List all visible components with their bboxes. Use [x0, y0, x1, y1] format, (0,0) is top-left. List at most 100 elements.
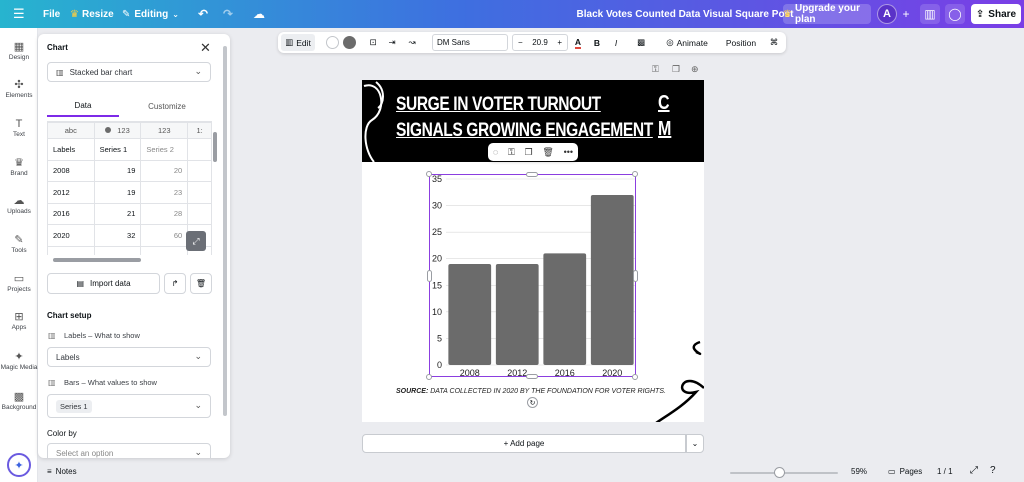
text-color-icon[interactable]: A	[571, 34, 585, 51]
column-type-label[interactable]: abc	[47, 122, 95, 139]
zoom-slider-knob[interactable]	[774, 467, 785, 478]
table-cell[interactable]: 2020	[47, 224, 95, 247]
tab-data[interactable]: Data	[47, 95, 119, 117]
fullscreen-icon[interactable]: ⤢	[970, 465, 978, 476]
bold-icon[interactable]: B	[590, 34, 604, 51]
resize-handle[interactable]	[526, 172, 538, 177]
font-size-value[interactable]: 20.9	[532, 38, 548, 47]
table-cell[interactable]	[187, 138, 212, 161]
undo-icon[interactable]: ↶	[198, 0, 208, 28]
close-icon[interactable]: ✕	[200, 40, 211, 56]
table-cell[interactable]	[93, 245, 142, 255]
table-cell[interactable]: 28	[140, 202, 189, 225]
add-page-icon[interactable]: ⊕	[691, 64, 699, 75]
position-button[interactable]: Position	[722, 34, 760, 51]
rail-item-elements[interactable]: ✣ Elements	[0, 78, 38, 99]
labels-select[interactable]: Labels ⌄	[47, 347, 211, 367]
table-cell[interactable]	[187, 159, 212, 182]
resize-handle[interactable]	[632, 171, 638, 177]
column-type-series3[interactable]: 1:	[187, 122, 212, 139]
insights-icon[interactable]: ▥	[920, 4, 940, 24]
color-swatch-white[interactable]	[326, 36, 339, 49]
plus-icon[interactable]: +	[557, 38, 562, 47]
rail-item-text[interactable]: T Text	[0, 117, 38, 138]
add-collaborator-icon[interactable]: +	[896, 4, 916, 24]
rail-item-brand[interactable]: ♛ Brand	[0, 156, 38, 177]
table-horizontal-scrollbar[interactable]	[47, 257, 212, 263]
table-cell[interactable]: 19	[93, 181, 142, 204]
spacing-icon[interactable]: ⇥	[385, 34, 399, 51]
rail-item-apps[interactable]: ⊞ Apps	[0, 310, 38, 331]
table-cell[interactable]: 32	[93, 224, 142, 247]
menu-icon[interactable]: ☰	[13, 0, 25, 28]
color-by-select[interactable]: Select an option ⌄	[47, 443, 211, 458]
scroll-thumb[interactable]	[223, 46, 227, 416]
rail-item-projects[interactable]: ▭ Projects	[0, 272, 38, 293]
resize-handle[interactable]	[427, 270, 432, 282]
table-cell[interactable]: 21	[93, 202, 142, 225]
headline-line-1[interactable]: SURGE IN VOTER TURNOUT	[396, 94, 601, 116]
rail-item-background[interactable]: ▩ Background	[0, 390, 38, 411]
table-cell[interactable]: 19	[93, 159, 142, 182]
scroll-thumb[interactable]	[53, 258, 141, 262]
edit-chart-button[interactable]: ▥ Edit	[281, 34, 315, 51]
table-cell[interactable]: Series 1	[93, 138, 142, 161]
table-cell[interactable]	[187, 181, 212, 204]
editing-mode-button[interactable]: ✎ Editing ⌄	[122, 0, 179, 28]
font-size-stepper[interactable]: − 20.9 +	[512, 34, 568, 51]
magic-assistant-icon[interactable]: ✦	[7, 453, 31, 477]
notes-button[interactable]: ≡ Notes	[47, 467, 77, 476]
resize-handle[interactable]	[426, 374, 432, 380]
lock-icon[interactable]: ⚿	[508, 147, 515, 158]
table-cell[interactable]: 23	[140, 181, 189, 204]
logo-letter-c[interactable]: C	[658, 92, 670, 115]
delete-icon[interactable]: 🗑	[190, 273, 212, 294]
table-cell[interactable]: 20	[140, 159, 189, 182]
table-cell[interactable]: 2016	[47, 202, 95, 225]
pages-button[interactable]: ▭ Pages	[888, 467, 922, 476]
table-cell[interactable]	[47, 245, 95, 255]
upgrade-button[interactable]: ♛ Upgrade your plan	[783, 3, 871, 25]
table-cell[interactable]: Series 2	[140, 138, 189, 161]
bars-select[interactable]: Series 1 ⌄	[47, 394, 211, 418]
share-button[interactable]: ⇪ Share	[971, 4, 1021, 24]
comments-icon[interactable]: ◯	[945, 4, 965, 24]
document-title[interactable]: Black Votes Counted Data Visual Square P…	[560, 0, 810, 28]
rail-item-tools[interactable]: ✎ Tools	[0, 233, 38, 254]
table-cell[interactable]	[187, 202, 212, 225]
resize-handle[interactable]	[426, 171, 432, 177]
tab-customize[interactable]: Customize	[128, 95, 206, 117]
series-chip[interactable]: Series 1	[56, 399, 92, 413]
bar-chart[interactable]: 0 5 10 15 20 25 30 35 2008 2012 2016 2020	[416, 170, 642, 380]
line-style-icon[interactable]: ↝	[405, 34, 419, 51]
table-cell[interactable]: 2012	[47, 181, 95, 204]
avatar[interactable]: A	[877, 4, 897, 24]
logo-letter-m[interactable]: M	[658, 118, 671, 141]
resize-button[interactable]: ♛ Resize	[70, 0, 114, 28]
help-icon[interactable]: ?	[990, 465, 996, 476]
expand-table-icon[interactable]: ⤢	[186, 231, 206, 251]
resize-handle[interactable]	[633, 270, 638, 282]
cloud-save-icon[interactable]: ☁	[253, 0, 265, 28]
chevron-down-icon[interactable]: ⌄	[686, 434, 704, 453]
swap-rows-columns-icon[interactable]: ↱	[164, 273, 186, 294]
table-vertical-scrollbar[interactable]	[213, 126, 217, 252]
rail-item-design[interactable]: ▦ Design	[0, 40, 38, 61]
column-type-series2[interactable]: 123	[140, 122, 189, 139]
delete-icon[interactable]: 🗑	[542, 147, 553, 158]
more-icon[interactable]: •••	[564, 147, 573, 157]
duplicate-page-icon[interactable]: ❐	[672, 64, 680, 75]
duplicate-icon[interactable]: ❐	[525, 147, 533, 158]
color-swatch-gray[interactable]	[343, 36, 356, 49]
table-cell[interactable]	[140, 245, 189, 255]
source-caption[interactable]: SOURCE: DATA COLLECTED IN 2020 BY THE FO…	[396, 388, 666, 395]
layout-icon[interactable]: ⊡	[366, 34, 380, 51]
add-page-button[interactable]: + Add page	[362, 434, 686, 453]
file-menu[interactable]: File	[43, 0, 60, 28]
paint-format-icon[interactable]: ⌘	[767, 34, 781, 51]
lock-icon[interactable]: ⚿	[652, 64, 659, 75]
italic-icon[interactable]: I	[609, 34, 623, 51]
redo-icon[interactable]: ↷	[223, 0, 233, 28]
table-cell[interactable]: 2008	[47, 159, 95, 182]
resize-handle[interactable]	[632, 374, 638, 380]
